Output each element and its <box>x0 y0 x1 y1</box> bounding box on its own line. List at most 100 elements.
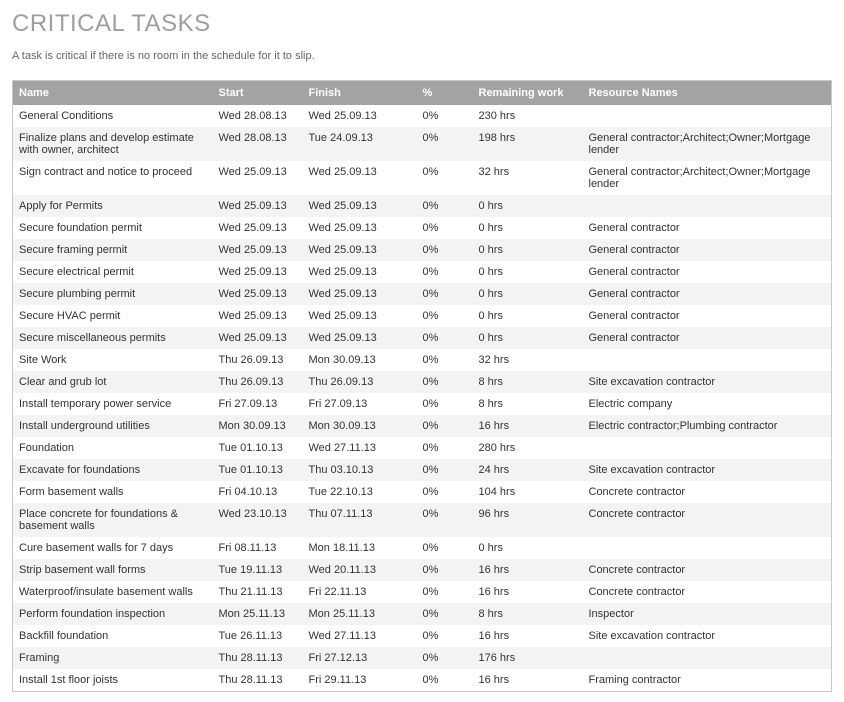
cell-pct: 0% <box>393 415 473 437</box>
cell-remaining: 230 hrs <box>473 105 583 127</box>
cell-start: Wed 28.08.13 <box>213 105 303 127</box>
table-row: Secure foundation permitWed 25.09.13Wed … <box>13 217 832 239</box>
table-row: Sign contract and notice to proceedWed 2… <box>13 161 832 195</box>
cell-pct: 0% <box>393 327 473 349</box>
cell-remaining: 280 hrs <box>473 437 583 459</box>
cell-remaining: 0 hrs <box>473 537 583 559</box>
cell-pct: 0% <box>393 349 473 371</box>
cell-name: Waterproof/insulate basement walls <box>13 581 213 603</box>
cell-start: Thu 28.11.13 <box>213 669 303 692</box>
table-row: Excavate for foundationsTue 01.10.13Thu … <box>13 459 832 481</box>
table-row: Form basement wallsFri 04.10.13Tue 22.10… <box>13 481 832 503</box>
cell-name: Secure framing permit <box>13 239 213 261</box>
cell-finish: Mon 30.09.13 <box>303 349 393 371</box>
cell-pct: 0% <box>393 647 473 669</box>
cell-pct: 0% <box>393 559 473 581</box>
cell-remaining: 0 hrs <box>473 327 583 349</box>
cell-remaining: 8 hrs <box>473 603 583 625</box>
cell-resources: Site excavation contractor <box>583 371 832 393</box>
cell-finish: Tue 24.09.13 <box>303 127 393 161</box>
cell-resources: General contractor;Architect;Owner;Mortg… <box>583 127 832 161</box>
cell-finish: Wed 25.09.13 <box>303 217 393 239</box>
cell-finish: Fri 22.11.13 <box>303 581 393 603</box>
cell-start: Tue 19.11.13 <box>213 559 303 581</box>
cell-start: Tue 01.10.13 <box>213 437 303 459</box>
cell-start: Fri 04.10.13 <box>213 481 303 503</box>
cell-remaining: 16 hrs <box>473 415 583 437</box>
cell-remaining: 32 hrs <box>473 349 583 371</box>
cell-name: Excavate for foundations <box>13 459 213 481</box>
cell-name: Cure basement walls for 7 days <box>13 537 213 559</box>
table-row: Apply for PermitsWed 25.09.13Wed 25.09.1… <box>13 195 832 217</box>
cell-name: Sign contract and notice to proceed <box>13 161 213 195</box>
table-row: Install 1st floor joistsThu 28.11.13Fri … <box>13 669 832 692</box>
cell-finish: Thu 03.10.13 <box>303 459 393 481</box>
cell-remaining: 0 hrs <box>473 261 583 283</box>
cell-resources: Framing contractor <box>583 669 832 692</box>
cell-name: Apply for Permits <box>13 195 213 217</box>
cell-finish: Wed 25.09.13 <box>303 105 393 127</box>
table-row: Secure framing permitWed 25.09.13Wed 25.… <box>13 239 832 261</box>
cell-resources: Electric contractor;Plumbing contractor <box>583 415 832 437</box>
table-row: Backfill foundationTue 26.11.13Wed 27.11… <box>13 625 832 647</box>
cell-finish: Wed 25.09.13 <box>303 305 393 327</box>
cell-start: Thu 26.09.13 <box>213 349 303 371</box>
col-header-resources: Resource Names <box>583 81 832 106</box>
col-header-finish: Finish <box>303 81 393 106</box>
table-row: General ConditionsWed 28.08.13Wed 25.09.… <box>13 105 832 127</box>
cell-remaining: 96 hrs <box>473 503 583 537</box>
cell-finish: Fri 27.09.13 <box>303 393 393 415</box>
cell-resources <box>583 349 832 371</box>
cell-resources: General contractor <box>583 239 832 261</box>
cell-start: Tue 01.10.13 <box>213 459 303 481</box>
cell-resources: Inspector <box>583 603 832 625</box>
cell-pct: 0% <box>393 503 473 537</box>
cell-start: Wed 25.09.13 <box>213 161 303 195</box>
cell-finish: Wed 20.11.13 <box>303 559 393 581</box>
cell-pct: 0% <box>393 625 473 647</box>
cell-finish: Wed 25.09.13 <box>303 195 393 217</box>
cell-resources <box>583 105 832 127</box>
cell-start: Wed 25.09.13 <box>213 305 303 327</box>
cell-pct: 0% <box>393 481 473 503</box>
cell-start: Thu 28.11.13 <box>213 647 303 669</box>
cell-remaining: 16 hrs <box>473 669 583 692</box>
cell-resources: Concrete contractor <box>583 581 832 603</box>
cell-pct: 0% <box>393 537 473 559</box>
cell-finish: Fri 27.12.13 <box>303 647 393 669</box>
cell-remaining: 16 hrs <box>473 581 583 603</box>
cell-name: Form basement walls <box>13 481 213 503</box>
cell-name: Strip basement wall forms <box>13 559 213 581</box>
cell-start: Wed 25.09.13 <box>213 195 303 217</box>
cell-start: Wed 25.09.13 <box>213 261 303 283</box>
cell-finish: Mon 25.11.13 <box>303 603 393 625</box>
cell-pct: 0% <box>393 239 473 261</box>
cell-resources: General contractor <box>583 283 832 305</box>
cell-resources <box>583 437 832 459</box>
cell-remaining: 198 hrs <box>473 127 583 161</box>
cell-finish: Wed 25.09.13 <box>303 239 393 261</box>
cell-resources: General contractor <box>583 217 832 239</box>
table-row: Install temporary power serviceFri 27.09… <box>13 393 832 415</box>
cell-remaining: 0 hrs <box>473 239 583 261</box>
cell-name: Finalize plans and develop estimate with… <box>13 127 213 161</box>
cell-pct: 0% <box>393 581 473 603</box>
cell-finish: Wed 25.09.13 <box>303 261 393 283</box>
cell-remaining: 16 hrs <box>473 559 583 581</box>
table-row: Secure miscellaneous permitsWed 25.09.13… <box>13 327 832 349</box>
col-header-name: Name <box>13 81 213 106</box>
table-header-row: Name Start Finish % Remaining work Resou… <box>13 81 832 106</box>
cell-name: Site Work <box>13 349 213 371</box>
cell-resources: General contractor <box>583 327 832 349</box>
cell-remaining: 176 hrs <box>473 647 583 669</box>
cell-finish: Thu 07.11.13 <box>303 503 393 537</box>
cell-remaining: 0 hrs <box>473 283 583 305</box>
cell-pct: 0% <box>393 217 473 239</box>
page-title: CRITICAL TASKS <box>12 10 832 38</box>
cell-start: Thu 21.11.13 <box>213 581 303 603</box>
cell-pct: 0% <box>393 437 473 459</box>
cell-remaining: 32 hrs <box>473 161 583 195</box>
cell-finish: Tue 22.10.13 <box>303 481 393 503</box>
cell-finish: Wed 27.11.13 <box>303 625 393 647</box>
cell-start: Thu 26.09.13 <box>213 371 303 393</box>
